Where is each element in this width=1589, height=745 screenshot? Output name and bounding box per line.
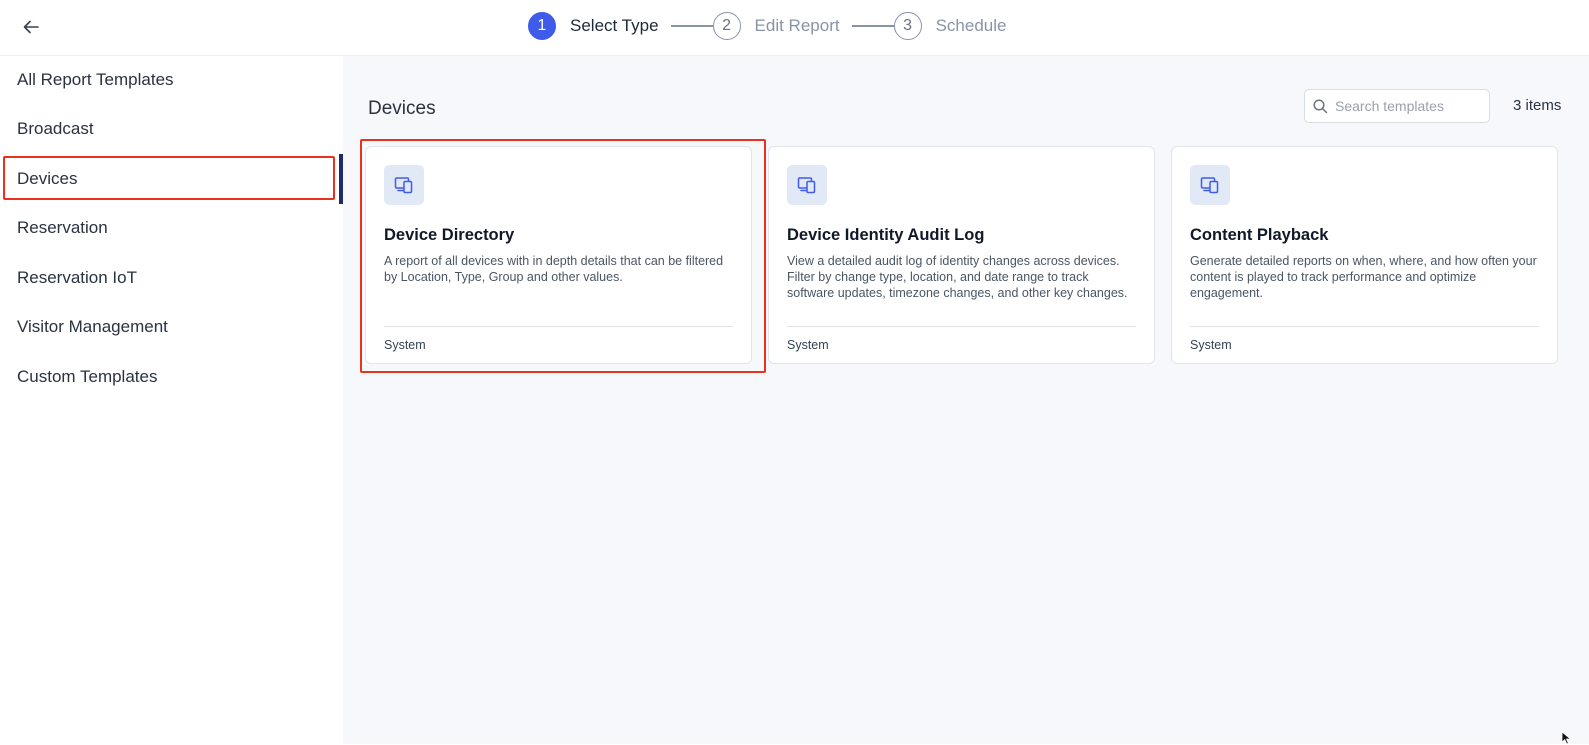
card-divider <box>1190 326 1539 327</box>
card-icon-container <box>1190 165 1230 205</box>
card-title: Device Directory <box>384 226 515 244</box>
step-connector <box>851 25 894 27</box>
search-input[interactable] <box>1335 98 1485 114</box>
step-edit-report[interactable]: 2 Edit Report <box>712 12 840 40</box>
card-divider <box>384 326 733 327</box>
devices-icon <box>1200 177 1219 194</box>
step-schedule[interactable]: 3 Schedule <box>893 12 1007 40</box>
step-label: Edit Report <box>754 16 840 35</box>
card-footer: System <box>1190 338 1232 352</box>
stepper: 1 Select Type 2 Edit Report 3 Schedule <box>528 11 1006 41</box>
step-select-type[interactable]: 1 Select Type <box>528 12 659 40</box>
sidebar-item-visitor-management[interactable]: Visitor Management <box>0 305 343 349</box>
back-button[interactable] <box>18 14 44 40</box>
template-card-content-playback[interactable]: Content Playback Generate detailed repor… <box>1171 146 1558 364</box>
search-box[interactable] <box>1304 89 1490 123</box>
devices-icon <box>394 177 413 194</box>
step-number: 1 <box>528 12 556 40</box>
card-footer: System <box>384 338 426 352</box>
card-footer: System <box>787 338 829 352</box>
sidebar-item-reservation[interactable]: Reservation <box>0 206 343 250</box>
search-icon <box>1313 98 1328 113</box>
sidebar-item-custom-templates[interactable]: Custom Templates <box>0 355 343 399</box>
card-title: Device Identity Audit Log <box>787 226 985 244</box>
sidebar-item-devices[interactable]: Devices <box>0 157 343 201</box>
sidebar-item-reservation-iot[interactable]: Reservation IoT <box>0 256 343 300</box>
top-bar: 1 Select Type 2 Edit Report 3 Schedule <box>0 0 1589 56</box>
devices-icon <box>797 177 816 194</box>
step-connector <box>670 25 713 27</box>
item-count: 3 items <box>1513 97 1562 114</box>
sidebar: All Report Templates Broadcast Devices R… <box>0 56 343 744</box>
page-title: Devices <box>368 98 436 119</box>
step-number: 2 <box>712 12 741 40</box>
sidebar-item-all-report-templates[interactable]: All Report Templates <box>0 58 343 102</box>
card-description: Generate detailed reports on when, where… <box>1190 254 1537 300</box>
main-content: Devices 3 items Device Directory A repor… <box>343 56 1589 744</box>
step-label: Select Type <box>570 16 659 35</box>
card-title: Content Playback <box>1190 226 1329 244</box>
card-description: A report of all devices with in depth de… <box>384 254 724 284</box>
template-card-device-directory[interactable]: Device Directory A report of all devices… <box>365 146 752 364</box>
sidebar-item-broadcast[interactable]: Broadcast <box>0 107 343 151</box>
arrow-left-icon <box>23 20 39 34</box>
step-number: 3 <box>893 12 922 40</box>
template-card-device-identity-audit-log[interactable]: Device Identity Audit Log View a detaile… <box>768 146 1155 364</box>
mouse-cursor-icon <box>1561 731 1572 745</box>
card-icon-container <box>787 165 827 205</box>
card-icon-container <box>384 165 424 205</box>
card-divider <box>787 326 1136 327</box>
card-description: View a detailed audit log of identity ch… <box>787 254 1128 300</box>
step-label: Schedule <box>935 16 1007 35</box>
